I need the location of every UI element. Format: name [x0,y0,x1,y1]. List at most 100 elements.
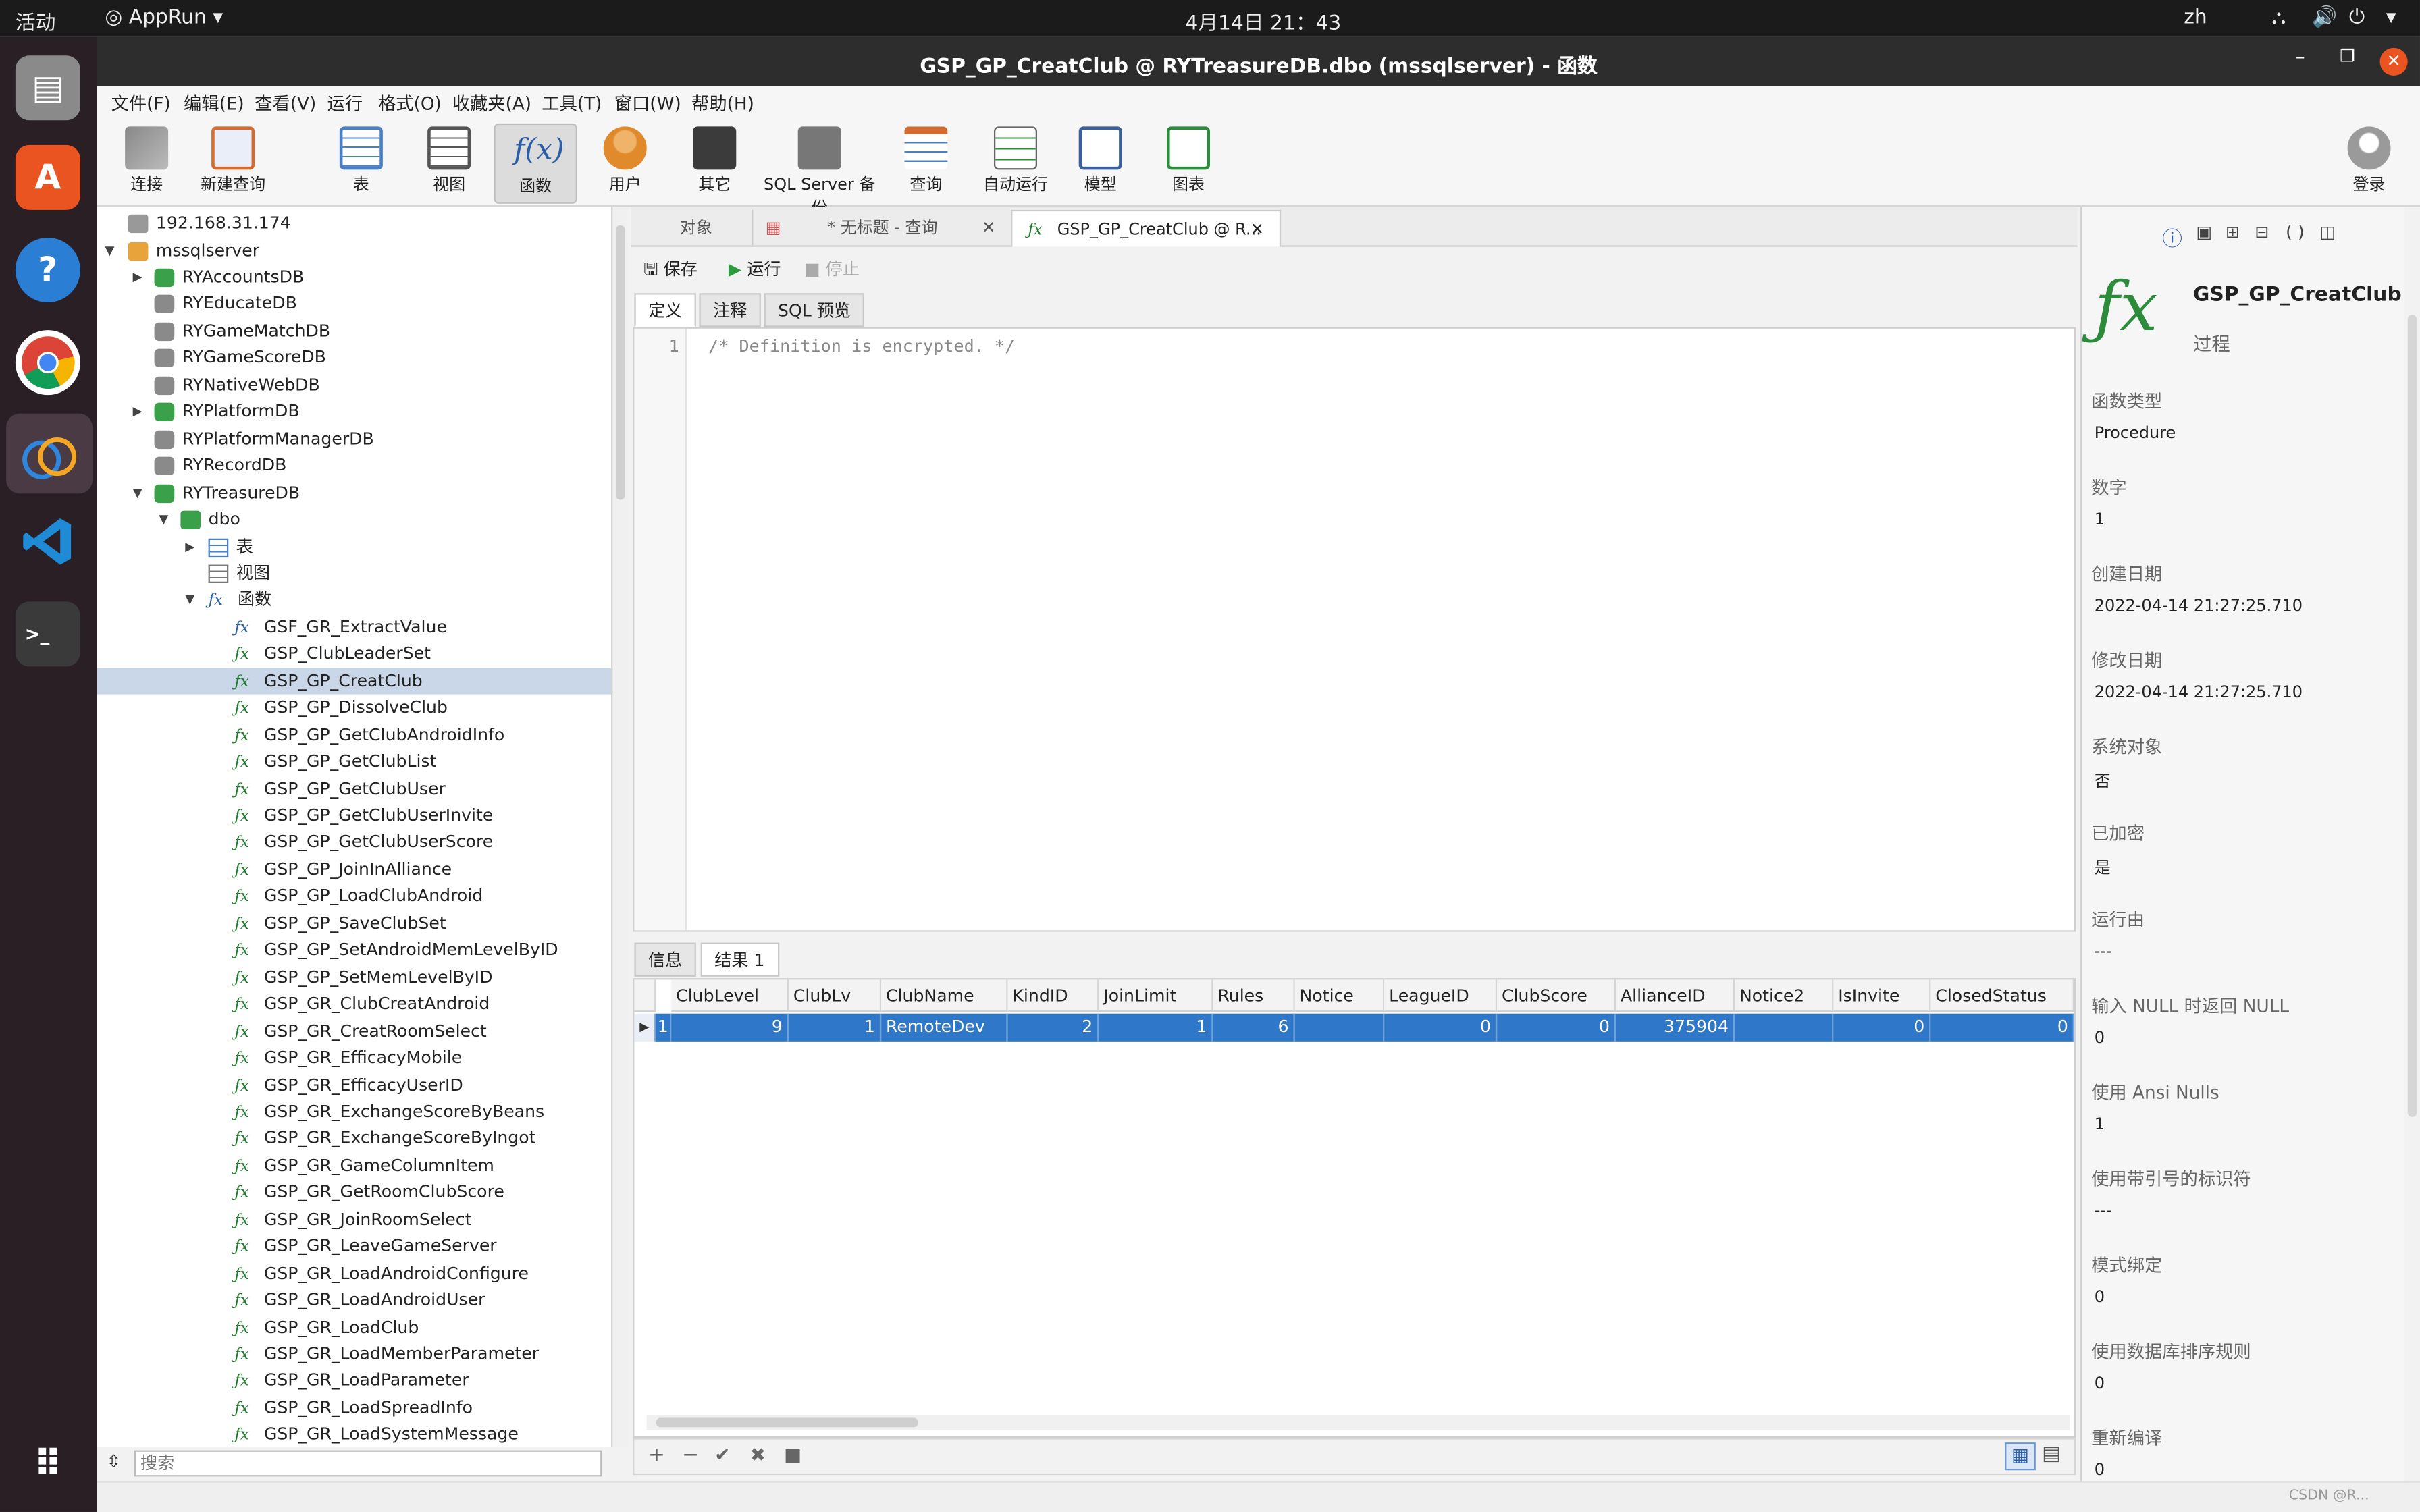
tab-comment[interactable]: 注释 [699,293,761,327]
folder-node[interactable]: 视图 [208,560,270,587]
menu-format[interactable]: 格式(O) [378,91,442,116]
function-node[interactable]: ƒx GSP_GP_SetAndroidMemLevelByID [97,937,611,963]
function-node[interactable]: ƒx GSP_GR_ExchangeScoreByIngot [97,1125,611,1152]
code-editor[interactable]: 1 /* Definition is encrypted. */ [633,327,2076,932]
function-node[interactable]: ƒx GSP_GR_JoinRoomSelect [97,1206,611,1233]
close-button[interactable]: ✕ [2379,47,2408,76]
language-indicator[interactable]: zh [2184,6,2207,29]
login-button[interactable]: 登录 [2338,124,2400,204]
function-node[interactable]: ƒx GSP_GR_ClubCreatAndroid [97,991,611,1017]
function-node[interactable]: ƒx GSP_ClubLeaderSet [97,641,611,667]
grid-hscrollbar[interactable] [646,1414,2070,1430]
tree-scrollbar[interactable] [612,207,629,1447]
apply-icon[interactable]: ✔ [714,1444,730,1465]
function-node[interactable]: ƒx GSP_GP_SaveClubSet [97,910,611,936]
database-node[interactable]: RYNativeWebDB [154,371,320,398]
panel-scrollbar[interactable] [2404,207,2420,1482]
function-node[interactable]: ƒx GSP_GR_LoadAndroidConfigure [97,1260,611,1287]
database-node[interactable]: RYPlatformManagerDB [154,425,374,452]
chrome-icon[interactable] [15,330,80,396]
software-center-icon[interactable]: A [15,144,80,210]
function-node[interactable]: ƒx GSP_GP_GetClubAndroidInfo [97,722,611,748]
column-header[interactable]: IsInvite [1833,979,1931,1013]
database-node[interactable]: RYRecordDB [154,452,286,479]
table-cell[interactable]: 1 [788,1013,882,1042]
functions-button[interactable]: f(x) 函数 [494,123,577,204]
ddl-icon[interactable]: ▣ [2197,222,2213,242]
close-icon[interactable]: ✕ [982,210,995,247]
function-node[interactable]: ƒx GSP_GP_GetClubUserScore [97,829,611,855]
model-button[interactable]: 模型 [1074,124,1127,204]
menu-file[interactable]: 文件(F) [111,91,171,116]
tab-function-editor[interactable]: ƒx GSP_GP_CreatClub @ R... ✕ [1011,209,1282,248]
table-cell[interactable]: 9 [671,1013,789,1042]
close-icon[interactable]: ✕ [1251,211,1264,248]
column-header[interactable]: Notice2 [1735,979,1834,1013]
column-header[interactable]: KindID [1007,979,1099,1013]
column-header[interactable]: ClubLevel [671,979,789,1013]
column-header[interactable]: AllianceID [1616,979,1735,1013]
column-header[interactable]: ClubScore [1497,979,1616,1013]
column-header[interactable]: ClubName [881,979,1008,1013]
database-node[interactable]: RYPlatformDB [154,398,300,425]
column-header[interactable]: JoinLimit [1099,979,1213,1013]
minimize-button[interactable]: – [2295,47,2305,70]
app-grid-icon[interactable]: ⠿ [16,1432,80,1496]
host-node[interactable]: 192.168.31.174 [128,210,291,236]
help-icon[interactable]: ? [15,237,80,302]
expand-arrow-icon[interactable]: ▶ [133,404,142,418]
table-cell[interactable]: 375904 [1616,1013,1735,1042]
braces-icon[interactable]: ( ) [2286,222,2305,242]
tab-result-1[interactable]: 结果 1 [700,942,779,977]
function-node[interactable]: ƒx GSP_GR_ExchangeScoreByBeans [97,1098,611,1125]
expand-arrow-icon[interactable]: ▶ [133,270,142,284]
function-node[interactable]: ƒx GSF_GR_ExtractValue [97,614,611,640]
stop-button[interactable]: ■ 停止 [804,256,860,281]
filter-icon[interactable]: ⇳ [107,1452,121,1472]
tree-search-input[interactable] [134,1450,602,1477]
add-row-icon[interactable]: + [648,1444,665,1467]
function-node[interactable]: ƒx GSP_GR_EfficacyUserID [97,1071,611,1098]
tab-definition[interactable]: 定义 [634,293,696,327]
function-node[interactable]: ƒx GSP_GP_DissolveClub [97,695,611,721]
menu-view[interactable]: 查看(V) [255,91,316,116]
table-cell[interactable]: 0 [1497,1013,1616,1042]
table-cell[interactable] [1294,1013,1385,1042]
expand-arrow-icon[interactable]: ▶ [185,539,194,554]
expand-arrow-icon[interactable]: ▼ [159,512,168,526]
volume-icon[interactable]: 🔊 [2312,6,2337,29]
expand-arrow-icon[interactable]: ▼ [185,593,194,608]
table-cell[interactable]: 0 [1384,1013,1498,1042]
function-node[interactable]: ƒx GSP_GR_LoadSystemMessage [97,1422,611,1447]
grid-view-icon[interactable]: ▦ [2005,1442,2036,1471]
navicat-icon[interactable] [6,413,93,494]
users-button[interactable]: 用户 [594,124,656,204]
maximize-button[interactable]: ❐ [2340,47,2355,67]
database-node[interactable]: RYEducateDB [154,291,297,317]
column-header[interactable]: ClubLv [788,979,882,1013]
column-header[interactable]: Notice [1294,979,1385,1013]
dependency-icon[interactable]: ⊟ [2255,222,2269,242]
table-cell[interactable]: 0 [1930,1013,2074,1042]
sql-server-backup-button[interactable]: SQL Server 备份 [761,124,878,217]
chevron-down-icon[interactable]: ▾ [2386,6,2396,29]
tab-objects[interactable]: 对象 [647,210,745,247]
result-grid[interactable]: ClubLevel ClubLv ClubName KindID JoinLimit Ru… [633,978,2076,1438]
column-header[interactable]: LeagueID [1384,979,1498,1013]
power-icon[interactable]: ⏻ [2349,6,2365,29]
query-button[interactable]: 查询 [900,124,953,204]
expand-arrow-icon[interactable]: ▼ [133,485,142,500]
row-indicator[interactable]: ▶ [634,1013,656,1042]
connect-button[interactable]: 连接 [115,124,177,204]
function-node[interactable]: ƒx GSP_GR_LoadSpreadInfo [97,1395,611,1421]
views-button[interactable]: 视图 [421,124,477,204]
table-cell[interactable]: 0 [1833,1013,1931,1042]
table-cell[interactable]: 1 [1099,1013,1213,1042]
function-node[interactable]: ƒx GSP_GR_LoadAndroidUser [97,1287,611,1313]
function-node[interactable]: ƒx GSP_GR_EfficacyMobile [97,1045,611,1071]
others-button[interactable]: 其它 [684,124,745,204]
function-node[interactable]: ƒx GSP_GR_GetRoomClubScore [97,1179,611,1206]
table-cell[interactable]: 2 [1007,1013,1099,1042]
column-header[interactable]: Rules [1213,979,1295,1013]
table-cell[interactable]: RemoteDev [881,1013,1008,1042]
